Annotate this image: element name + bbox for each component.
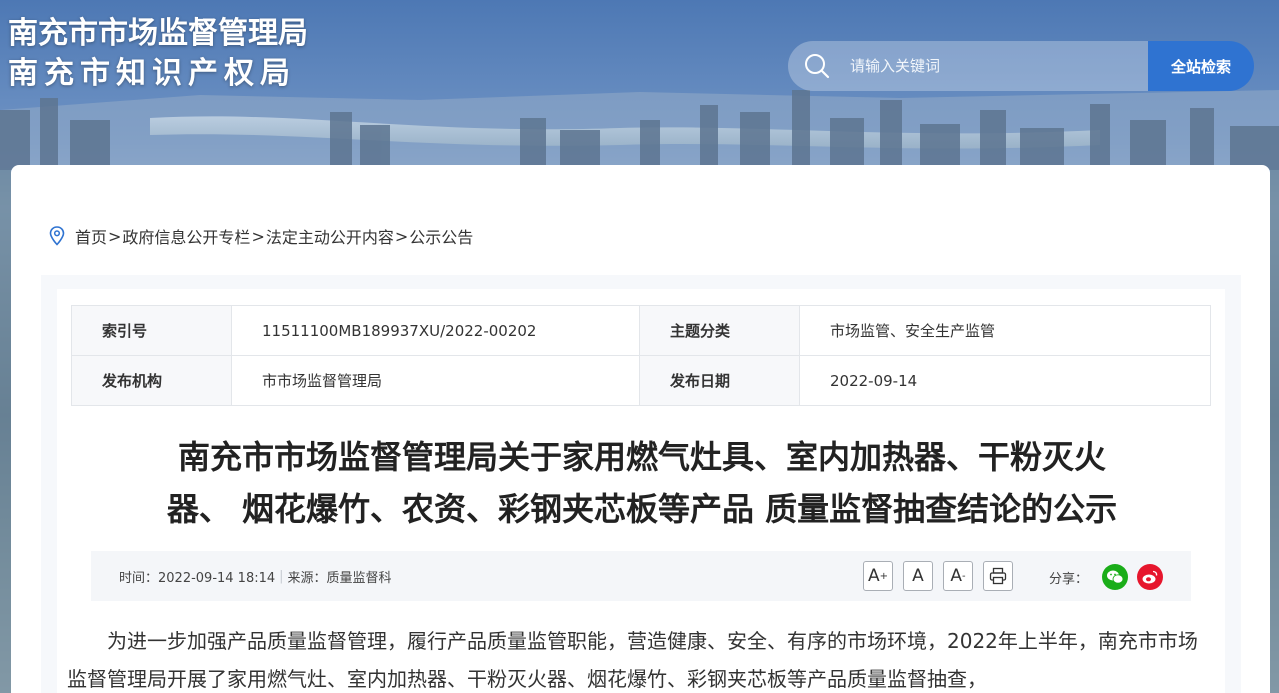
font-decrease-label: A (950, 566, 963, 586)
topic-value: 市场监管、安全生产监管 (799, 305, 1211, 356)
publisher-value: 市市场监督管理局 (231, 355, 640, 406)
share-label: 分享： (1049, 571, 1089, 587)
share-area: 分享： (1049, 564, 1164, 590)
content-card: 首页 > 政府信息公开专栏 > 法定主动公开内容 > 公示公告 索引号 1151… (11, 165, 1270, 693)
breadcrumb-separator: > (108, 226, 122, 246)
source: 来源：质量监督科 (287, 570, 392, 586)
site-name-line1: 南充市市场监督管理局 (8, 16, 308, 51)
article-container: 索引号 11511100MB189937XU/2022-00202 主题分类 市… (41, 275, 1241, 693)
print-icon (989, 567, 1007, 585)
search-button[interactable]: 全站检索 (1148, 41, 1254, 91)
breadcrumb-statutory[interactable]: 法定主动公开内容 (266, 224, 394, 248)
search-icon (805, 54, 830, 79)
article-info-bar: 时间：2022-09-14 18:14 | 来源：质量监督科 A+ A A- (91, 551, 1191, 601)
metadata-table: 索引号 11511100MB189937XU/2022-00202 主题分类 市… (71, 305, 1211, 406)
breadcrumb: 首页 > 政府信息公开专栏 > 法定主动公开内容 > 公示公告 (49, 224, 473, 248)
topic-label: 主题分类 (639, 305, 800, 356)
weibo-share-button[interactable] (1137, 564, 1164, 590)
publisher-label: 发布机构 (71, 355, 232, 406)
breadcrumb-separator: > (251, 226, 265, 246)
wechat-icon (1107, 570, 1124, 584)
breadcrumb-separator: > (394, 226, 409, 246)
article-panel: 索引号 11511100MB189937XU/2022-00202 主题分类 市… (57, 289, 1225, 693)
print-button[interactable] (983, 561, 1013, 591)
date-label: 发布日期 (639, 355, 800, 406)
site-title[interactable]: 南充市市场监督管理局 南充市知识产权局 (8, 14, 308, 94)
search-box (788, 41, 1148, 91)
table-row: 发布机构 市市场监督管理局 发布日期 2022-09-14 (71, 355, 1211, 406)
divider: | (279, 568, 284, 584)
index-value: 11511100MB189937XU/2022-00202 (231, 305, 640, 356)
index-label: 索引号 (71, 305, 232, 356)
weibo-icon (1142, 570, 1158, 584)
search-bar: 全站检索 (788, 41, 1254, 91)
location-pin-icon (49, 226, 65, 246)
search-input[interactable] (850, 57, 1120, 75)
publish-time: 时间：2022-09-14 18:14 (119, 570, 276, 586)
wechat-share-button[interactable] (1102, 564, 1129, 590)
article-title-line1: 南充市市场监督管理局关于家用燃气灶具、室内加热器、干粉灭火 (177, 438, 1106, 476)
font-increase-button[interactable]: A + (863, 561, 893, 591)
font-reset-label: A (912, 566, 924, 586)
date-value: 2022-09-14 (799, 355, 1211, 406)
font-decrease-button[interactable]: A- (943, 561, 973, 591)
table-row: 索引号 11511100MB189937XU/2022-00202 主题分类 市… (71, 305, 1211, 356)
article-title: 南充市市场监督管理局关于家用燃气灶具、室内加热器、干粉灭火 器、 烟花爆竹、农资… (97, 431, 1187, 535)
plus-icon: + (879, 570, 889, 582)
breadcrumb-home[interactable]: 首页 (75, 224, 107, 248)
article-body: 为进一步加强产品质量监督管理，履行产品质量监管职能，营造健康、安全、有序的市场环… (67, 629, 1198, 691)
minus-icon: - (962, 570, 966, 582)
breadcrumb-gov-info[interactable]: 政府信息公开专栏 (122, 224, 250, 248)
site-name-line2: 南充市知识产权局 (8, 56, 296, 91)
article-title-line2: 器、 烟花爆竹、农资、彩钢夹芯板等产品 质量监督抽查结论的公示 (166, 490, 1118, 528)
font-reset-button[interactable]: A (903, 561, 933, 591)
font-increase-label: A (867, 566, 880, 586)
breadcrumb-announcements[interactable]: 公示公告 (409, 224, 473, 248)
text-tools: A + A A- (863, 561, 1023, 591)
